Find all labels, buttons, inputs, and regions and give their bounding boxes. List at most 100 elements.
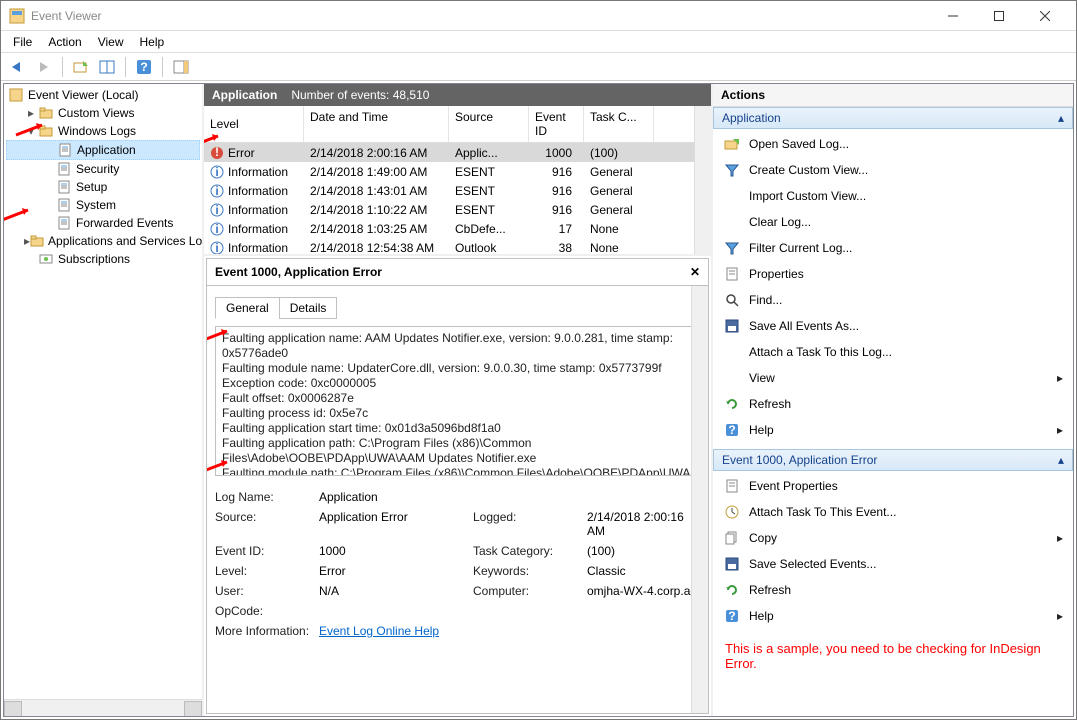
close-button[interactable] — [1022, 1, 1068, 31]
action-item[interactable]: Attach Task To This Event... — [717, 499, 1069, 525]
col-level[interactable]: Level — [204, 106, 304, 142]
toolbar-props-button[interactable] — [70, 56, 92, 78]
action-item[interactable]: Event Properties — [717, 473, 1069, 499]
toolbar-panel-button[interactable] — [170, 56, 192, 78]
tree-body[interactable]: Event Viewer (Local) ▸Custom Views▾Windo… — [4, 84, 202, 699]
col-task[interactable]: Task C... — [584, 106, 654, 142]
twisty-icon[interactable]: ▸ — [24, 106, 38, 120]
menu-action[interactable]: Action — [40, 33, 89, 51]
svg-text:!: ! — [215, 146, 219, 159]
tree-item[interactable]: Application — [6, 140, 200, 160]
cell-level: Information — [228, 241, 288, 255]
action-item[interactable]: Create Custom View... — [717, 157, 1069, 183]
details-header: Event 1000, Application Error ✕ — [206, 258, 709, 286]
toolbar-view-button[interactable] — [96, 56, 118, 78]
action-item[interactable]: Refresh — [717, 391, 1069, 417]
action-label: Create Custom View... — [749, 163, 868, 177]
action-item[interactable]: Properties — [717, 261, 1069, 287]
toolbar-help-button[interactable]: ? — [133, 56, 155, 78]
work-area: Event Viewer (Local) ▸Custom Views▾Windo… — [3, 83, 1074, 717]
menu-view[interactable]: View — [90, 33, 132, 51]
col-date[interactable]: Date and Time — [304, 106, 449, 142]
action-item[interactable]: Import Custom View... — [717, 183, 1069, 209]
tree-item[interactable]: ▸Custom Views — [6, 104, 200, 122]
maximize-button[interactable] — [976, 1, 1022, 31]
horizontal-scrollbar[interactable] — [4, 699, 202, 716]
tree-item[interactable]: Forwarded Events — [6, 214, 200, 232]
minimize-button[interactable] — [930, 1, 976, 31]
info-icon: i — [210, 241, 224, 255]
tree-item[interactable]: Subscriptions — [6, 250, 200, 268]
kv-eid-k: Event ID: — [215, 544, 315, 558]
tree-item[interactable]: ▾Windows Logs — [6, 122, 200, 140]
action-item[interactable]: Clear Log... — [717, 209, 1069, 235]
action-item[interactable]: Save Selected Events... — [717, 551, 1069, 577]
tree-item-label: Security — [76, 162, 119, 176]
action-section-head[interactable]: Application▴ — [713, 107, 1073, 129]
col-eid[interactable]: Event ID — [529, 106, 584, 142]
action-label: Find... — [749, 293, 782, 307]
details-title: Event 1000, Application Error — [215, 265, 382, 279]
action-item[interactable]: Find... — [717, 287, 1069, 313]
action-item[interactable]: Save All Events As... — [717, 313, 1069, 339]
details-close-button[interactable]: ✕ — [690, 265, 700, 279]
grid-header[interactable]: Level Date and Time Source Event ID Task… — [204, 106, 711, 143]
cell-level: Information — [228, 184, 288, 198]
fault-text[interactable]: Faulting application name: AAM Updates N… — [215, 326, 700, 476]
tree-item[interactable]: ▸Applications and Services Logs — [6, 232, 200, 250]
tree-item-label: Subscriptions — [58, 252, 130, 266]
action-item[interactable]: Filter Current Log... — [717, 235, 1069, 261]
vertical-scrollbar[interactable] — [694, 106, 711, 254]
forward-button[interactable] — [33, 56, 55, 78]
action-label: View — [749, 371, 775, 385]
event-log-online-help-link[interactable]: Event Log Online Help — [319, 624, 700, 638]
action-item[interactable]: Open Saved Log... — [717, 131, 1069, 157]
grid-row[interactable]: iInformation2/14/2018 1:49:00 AMESENT916… — [204, 162, 711, 181]
kv-computer-k: Computer: — [473, 584, 583, 598]
twisty-icon[interactable]: ▾ — [24, 124, 38, 138]
fault-line: Faulting module name: UpdaterCore.dll, v… — [222, 361, 693, 376]
grid-row[interactable]: !Error2/14/2018 2:00:16 AMApplic...1000(… — [204, 143, 711, 162]
action-item[interactable]: ?Help▸ — [717, 603, 1069, 629]
menu-help[interactable]: Help — [132, 33, 173, 51]
action-section-head[interactable]: Event 1000, Application Error▴ — [713, 449, 1073, 471]
error-icon: ! — [210, 146, 224, 160]
tree-item[interactable]: System — [6, 196, 200, 214]
action-item[interactable]: Attach a Task To this Log... — [717, 339, 1069, 365]
grid-row[interactable]: iInformation2/14/2018 12:54:38 AMOutlook… — [204, 238, 711, 256]
tab-details[interactable]: Details — [279, 297, 338, 319]
action-item[interactable]: Copy▸ — [717, 525, 1069, 551]
cell-task: General — [584, 203, 654, 217]
collapse-icon[interactable]: ▴ — [1058, 453, 1064, 467]
action-item[interactable]: Refresh — [717, 577, 1069, 603]
back-button[interactable] — [7, 56, 29, 78]
cell-date: 2/14/2018 12:54:38 AM — [304, 241, 449, 255]
action-item[interactable]: View▸ — [717, 365, 1069, 391]
col-source[interactable]: Source — [449, 106, 529, 142]
kv-logged-v: 2/14/2018 2:00:16 AM — [587, 510, 700, 538]
tree-root[interactable]: Event Viewer (Local) — [6, 86, 200, 104]
help-icon: ? — [723, 421, 741, 439]
cell-date: 2/14/2018 1:43:01 AM — [304, 184, 449, 198]
vertical-scrollbar[interactable] — [691, 286, 708, 713]
tree-item[interactable]: Security — [6, 160, 200, 178]
action-label: Refresh — [749, 397, 791, 411]
action-item[interactable]: ?Help▸ — [717, 417, 1069, 443]
grid-body[interactable]: !Error2/14/2018 2:00:16 AMApplic...1000(… — [204, 143, 711, 256]
grid-row[interactable]: iInformation2/14/2018 1:03:25 AMCbDefe..… — [204, 219, 711, 238]
tree-item-label: System — [76, 198, 116, 212]
action-label: Attach Task To This Event... — [749, 505, 896, 519]
titlebar: Event Viewer — [1, 1, 1076, 31]
events-grid[interactable]: Level Date and Time Source Event ID Task… — [204, 106, 711, 256]
grid-row[interactable]: iInformation2/14/2018 1:10:22 AMESENT916… — [204, 200, 711, 219]
collapse-icon[interactable]: ▴ — [1058, 111, 1064, 125]
action-list: Open Saved Log... Create Custom View... Im… — [713, 129, 1073, 449]
tab-general[interactable]: General — [215, 297, 280, 319]
cell-level: Information — [228, 222, 288, 236]
kv-source-v: Application Error — [319, 510, 469, 538]
action-label: Save Selected Events... — [749, 557, 876, 571]
copy-icon — [723, 529, 741, 547]
tree-item[interactable]: Setup — [6, 178, 200, 196]
grid-row[interactable]: iInformation2/14/2018 1:43:01 AMESENT916… — [204, 181, 711, 200]
menu-file[interactable]: File — [5, 33, 40, 51]
